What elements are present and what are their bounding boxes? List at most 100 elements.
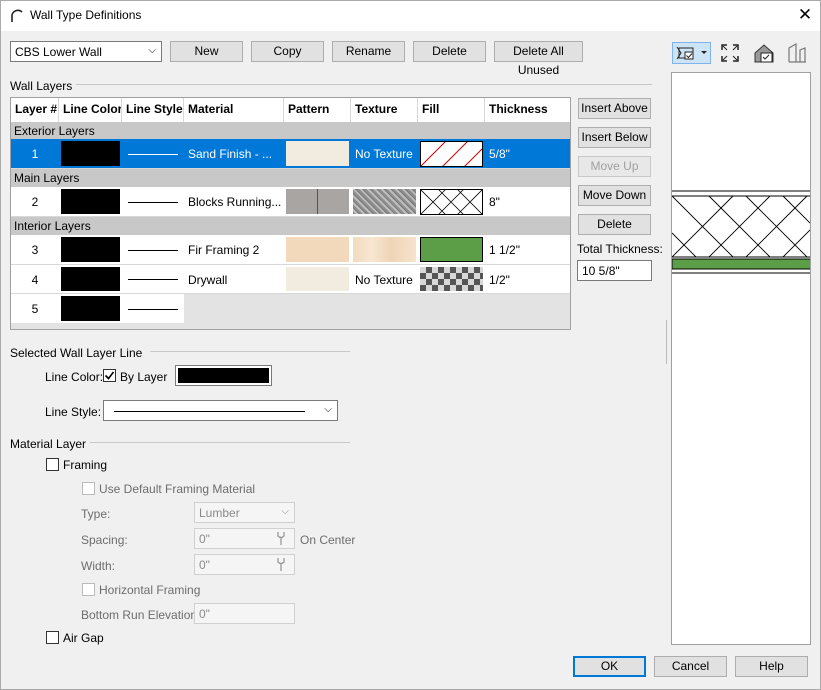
delete-all-unused-button[interactable]: Delete All Unused	[494, 41, 583, 77]
table-row[interactable]: 2 Blocks Running... 8"	[11, 187, 570, 217]
pattern-cell[interactable]	[284, 265, 351, 293]
material-cell[interactable]: Fir Framing 2	[184, 235, 284, 264]
line-style-label: Line Style:	[45, 405, 102, 419]
table-row[interactable]: 5	[11, 294, 570, 323]
by-layer-label: By Layer	[120, 370, 168, 384]
width-label: Width:	[81, 559, 116, 573]
line-section-divider	[150, 351, 350, 352]
line-color-cell[interactable]	[59, 265, 122, 293]
thickness-cell[interactable]: 1/2"	[485, 265, 570, 293]
spacing-label: Spacing:	[81, 533, 128, 547]
col-pattern: Pattern	[284, 98, 351, 122]
wall-layers-table[interactable]: Layer # Line Color Line Style Material P…	[10, 97, 571, 330]
line-color-swatch[interactable]	[175, 365, 272, 386]
new-button[interactable]: New	[170, 41, 243, 62]
col-fill: Fill	[418, 98, 485, 122]
by-layer-checkbox[interactable]	[103, 369, 116, 382]
delete-layer-button[interactable]: Delete	[578, 214, 651, 235]
framing-checkbox[interactable]	[46, 458, 59, 471]
group-exterior: Exterior Layers	[11, 122, 570, 139]
col-thickness: Thickness	[485, 98, 570, 122]
horizontal-framing-checkbox[interactable]	[82, 583, 95, 596]
total-thickness-label: Total Thickness:	[577, 242, 663, 256]
crosshatch-fill	[420, 189, 483, 215]
line-style-cell[interactable]	[122, 187, 184, 216]
copy-button[interactable]: Copy	[251, 41, 324, 62]
delete-button[interactable]: Delete	[413, 41, 486, 62]
cancel-button[interactable]: Cancel	[654, 656, 727, 677]
insert-above-button[interactable]: Insert Above	[578, 98, 651, 119]
air-gap-label: Air Gap	[63, 631, 104, 645]
wall-layer-line-label: Selected Wall Layer Line	[10, 346, 147, 360]
line-style-cell[interactable]	[122, 235, 184, 264]
material-cell[interactable]: Blocks Running...	[184, 187, 284, 216]
window-title: Wall Type Definitions	[30, 8, 142, 22]
spacing-field[interactable]: 0"	[194, 528, 295, 549]
wall-type-value: CBS Lower Wall	[15, 45, 102, 59]
fill-cell[interactable]	[418, 235, 485, 264]
width-field[interactable]: 0"	[194, 554, 295, 575]
col-line-style: Line Style	[122, 98, 184, 122]
wall-layers-label: Wall Layers	[10, 79, 77, 93]
table-row[interactable]: 4 Drywall No Texture 1/2"	[11, 265, 570, 294]
line-style-select[interactable]: ⌵	[103, 400, 338, 421]
line-style-cell[interactable]	[122, 139, 184, 168]
wall-view-button[interactable]	[672, 42, 711, 64]
layer-number: 3	[31, 243, 39, 257]
chevron-down-icon: ⌵	[281, 506, 289, 517]
horizontal-framing-label: Horizontal Framing	[99, 583, 201, 597]
ok-button[interactable]: OK	[573, 656, 646, 677]
texture-cell[interactable]	[351, 187, 418, 216]
line-style-cell[interactable]	[122, 294, 184, 323]
move-down-button[interactable]: Move Down	[578, 185, 651, 206]
table-row[interactable]: 1 Sand Finish - ... No Texture 5/8"	[11, 139, 570, 169]
wall-section-icon[interactable]	[786, 42, 808, 64]
line-color-label: Line Color:	[45, 370, 104, 384]
fill-cell[interactable]	[418, 187, 485, 216]
fill-cell[interactable]	[418, 265, 485, 293]
on-center-label: On Center	[300, 533, 356, 547]
line-style-cell[interactable]	[122, 265, 184, 293]
pattern-cell[interactable]	[284, 235, 351, 264]
wrench-icon[interactable]	[276, 531, 286, 546]
group-main: Main Layers	[11, 169, 570, 187]
use-default-checkbox[interactable]	[82, 482, 95, 495]
wrench-icon[interactable]	[276, 557, 286, 572]
type-select[interactable]: Lumber ⌵	[194, 502, 295, 523]
line-color-cell[interactable]	[59, 187, 122, 216]
rename-button[interactable]: Rename	[332, 41, 405, 62]
line-color-cell[interactable]	[59, 139, 122, 168]
texture-cell[interactable]: No Texture	[351, 265, 418, 293]
layer-number: 5	[11, 294, 59, 323]
total-thickness-field[interactable]: 10 5/8"	[577, 260, 652, 281]
help-button[interactable]: Help	[735, 656, 808, 677]
layer-number: 1	[31, 147, 39, 161]
close-icon[interactable]: ✕	[796, 6, 814, 24]
material-cell[interactable]: Sand Finish - ...	[184, 139, 284, 168]
line-color-cell[interactable]	[59, 235, 122, 264]
bottom-run-field[interactable]: 0"	[194, 603, 295, 624]
fill-window-icon[interactable]	[720, 43, 740, 63]
house-check-icon[interactable]	[753, 42, 775, 64]
thickness-cell[interactable]: 5/8"	[485, 139, 570, 168]
pattern-cell[interactable]	[284, 187, 351, 216]
table-row[interactable]: 3 Fir Framing 2 1 1/2"	[11, 235, 570, 265]
spacing-value: 0"	[199, 532, 210, 546]
checkmark-icon	[104, 371, 115, 380]
air-gap-checkbox[interactable]	[46, 631, 59, 644]
material-layer-label: Material Layer	[10, 437, 91, 451]
move-up-button[interactable]: Move Up	[578, 156, 651, 177]
insert-below-button[interactable]: Insert Below	[578, 127, 651, 148]
fill-cell[interactable]	[418, 139, 485, 168]
splitter-handle[interactable]	[665, 320, 668, 364]
table-header: Layer # Line Color Line Style Material P…	[11, 98, 570, 122]
line-color-cell[interactable]	[59, 294, 122, 323]
material-cell[interactable]: Drywall	[184, 265, 284, 293]
thickness-cell[interactable]: 1 1/2"	[485, 235, 570, 264]
wall-type-select[interactable]: CBS Lower Wall ⌵	[10, 41, 162, 62]
thickness-cell[interactable]: 8"	[485, 187, 570, 216]
texture-cell[interactable]: No Texture	[351, 139, 418, 168]
pattern-cell[interactable]	[284, 139, 351, 168]
texture-cell[interactable]	[351, 235, 418, 264]
wall-section-preview	[672, 190, 810, 274]
